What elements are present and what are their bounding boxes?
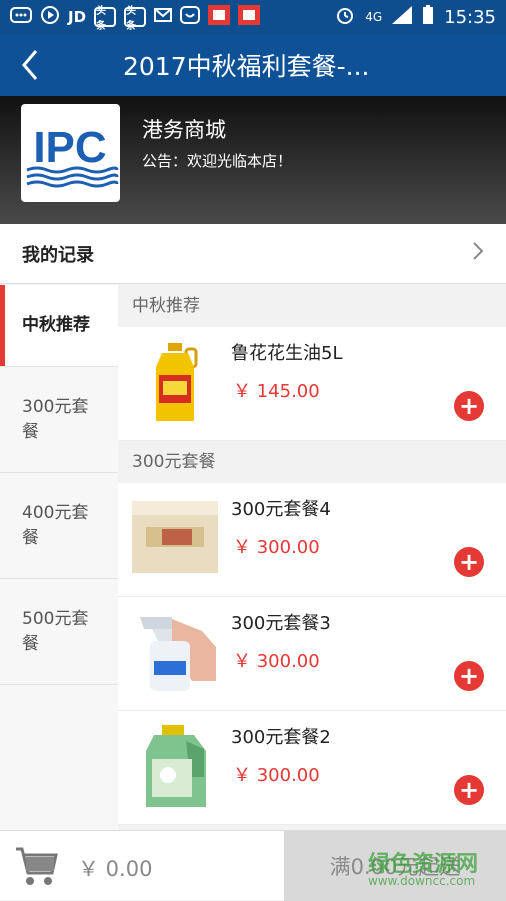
svg-text:IPC: IPC — [33, 123, 106, 172]
oil-bottle-image — [132, 341, 218, 427]
chevron-right-icon — [472, 241, 484, 267]
add-to-cart-button[interactable]: + — [454, 661, 484, 691]
product-name: 300元套餐3 — [231, 613, 331, 634]
back-button[interactable] — [0, 34, 60, 96]
product-price: ￥ 145.00 — [233, 381, 320, 402]
product-item[interactable]: 300元套餐3 ￥ 300.00 + — [118, 597, 506, 711]
section-header: 300元套餐 — [118, 441, 506, 483]
shop-logo: IPC — [21, 104, 120, 202]
jd-label: JD — [68, 8, 87, 26]
product-price: ￥ 300.00 — [233, 651, 320, 672]
watermark-url: www.downcc.com — [368, 874, 476, 888]
sidebar-item-300[interactable]: 300元套餐 — [0, 367, 118, 473]
sidebar-item-500[interactable]: 500元套餐 — [0, 579, 118, 685]
noodle-pack-image — [132, 497, 218, 583]
alarm-icon — [335, 5, 355, 30]
product-item[interactable]: 300元套餐2 ￥ 300.00 + — [118, 711, 506, 825]
plus-icon: + — [458, 548, 480, 576]
mail-icon — [154, 8, 173, 26]
sidebar-item-label: 中秋推荐 — [22, 315, 90, 335]
product-name: 鲁花花生油5L — [231, 343, 343, 364]
cart-icon[interactable] — [14, 845, 58, 891]
news-app-icon — [208, 5, 231, 29]
sidebar-item-label: 300元套餐 — [22, 396, 89, 442]
shop-name: 港务商城 — [142, 118, 226, 142]
product-item[interactable]: 鲁花花生油5L ￥ 145.00 + — [118, 327, 506, 441]
product-name: 300元套餐4 — [231, 499, 331, 520]
add-to-cart-button[interactable]: + — [454, 547, 484, 577]
sidebar-item-label: 500元套餐 — [22, 608, 89, 654]
my-records-label: 我的记录 — [22, 244, 94, 266]
shop-notice: 公告：欢迎光临本店！ — [142, 152, 293, 170]
toutiao-icon: 头条 — [94, 6, 117, 32]
my-records-row[interactable]: 我的记录 — [0, 224, 506, 284]
add-to-cart-button[interactable]: + — [454, 775, 484, 805]
product-list[interactable]: 中秋推荐 鲁花花生油5L ￥ 145.00 + 300元套餐 300元套餐4 ￥… — [118, 285, 506, 830]
status-bar: JD 头条 头条 4G 15:35 — [0, 0, 506, 34]
product-price: ￥ 300.00 — [233, 537, 320, 558]
cart-total: ￥ 0.00 — [78, 857, 153, 881]
play-icon — [40, 5, 60, 29]
toutiao-icon: 头条 — [124, 6, 147, 32]
product-item[interactable]: 300元套餐4 ￥ 300.00 + — [118, 483, 506, 597]
section-header: 中秋推荐 — [118, 285, 506, 327]
message-icon — [10, 7, 32, 27]
clock-time: 15:35 — [444, 6, 496, 28]
sidebar-item-400[interactable]: 400元套餐 — [0, 473, 118, 579]
product-price: ￥ 300.00 — [233, 765, 320, 786]
page-title: 2017中秋福利套餐-... — [123, 52, 370, 81]
product-name: 300元套餐2 — [231, 727, 331, 748]
app-icon — [180, 6, 201, 28]
sidebar-item-label: 400元套餐 — [22, 502, 89, 548]
chevron-left-icon — [22, 50, 38, 80]
news-app-icon — [238, 5, 261, 29]
detergent-bottle-image — [132, 725, 218, 811]
shop-banner: IPC 港务商城 公告：欢迎光临本店！ — [0, 96, 506, 224]
network-label: 4G — [365, 10, 383, 24]
sidebar-item-mid-autumn[interactable]: 中秋推荐 — [0, 285, 118, 367]
plus-icon: + — [458, 662, 480, 690]
title-bar: 2017中秋福利套餐-... — [0, 34, 506, 96]
category-sidebar: 中秋推荐 300元套餐 400元套餐 500元套餐 — [0, 285, 118, 830]
plus-icon: + — [458, 776, 480, 804]
add-to-cart-button[interactable]: + — [454, 391, 484, 421]
spray-bottle-image — [132, 611, 218, 697]
plus-icon: + — [458, 392, 480, 420]
signal-icon — [392, 5, 413, 29]
battery-icon — [422, 4, 434, 30]
